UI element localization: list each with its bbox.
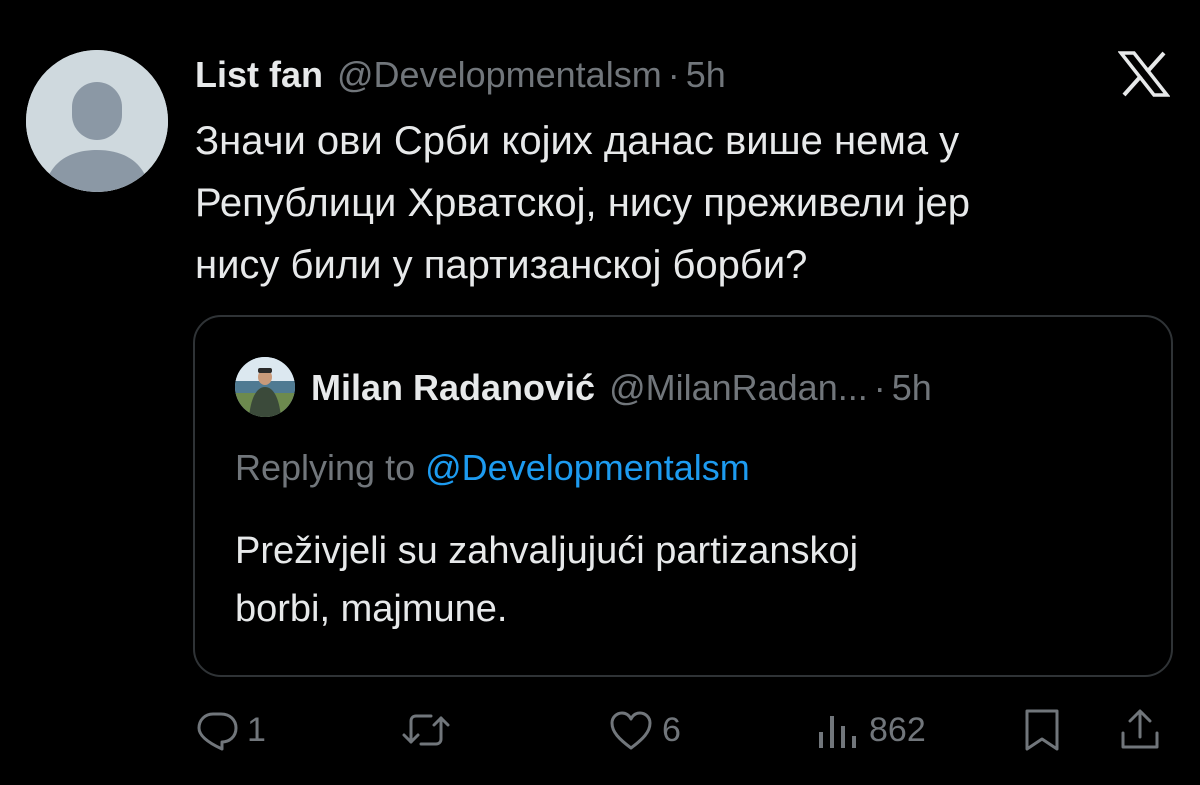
views-count: 862 (869, 710, 926, 749)
tweet-text-line: Значи ови Срби којих данас више нема у (195, 119, 960, 163)
bookmark-icon (1025, 709, 1059, 751)
share-button[interactable] (1118, 700, 1162, 760)
like-button[interactable]: 6 (608, 700, 681, 760)
separator-dot: · (873, 367, 886, 408)
quoted-user-avatar[interactable] (235, 357, 295, 417)
reply-icon (197, 712, 238, 751)
views-icon (819, 716, 856, 748)
replying-to-handle-link[interactable]: @Developmentalsm (425, 447, 750, 488)
tweet-text: Значи ови Срби којих данас више нема у Р… (195, 110, 1175, 296)
tweet[interactable]: List fan @Developmentalsm · 5h Значи ови… (0, 0, 1200, 785)
reply-button[interactable]: 1 (195, 700, 266, 760)
quoted-text-line: Preživjeli su zahvaljujući partizanskoj (235, 530, 859, 572)
tweet-text-line: Републици Хрватској, нису преживели јер (195, 181, 970, 225)
quoted-text-line: borbi, majmune. (235, 588, 508, 630)
replying-to: Replying to @Developmentalsm (235, 447, 750, 489)
tweet-header: List fan @Developmentalsm · 5h (195, 52, 726, 98)
user-avatar[interactable] (26, 50, 168, 192)
x-logo-icon (1117, 50, 1171, 98)
retweet-icon (402, 714, 450, 746)
views-button[interactable]: 862 (815, 700, 926, 760)
quoted-tweet-text: Preživjeli su zahvaljujući partizanskoj … (235, 522, 1135, 638)
quoted-tweet-header: Milan Radanović @MilanRadan... · 5h (311, 365, 932, 411)
quoted-tweet[interactable]: Milan Radanović @MilanRadan... · 5h Repl… (193, 315, 1173, 677)
user-handle[interactable]: @Developmentalsm (337, 54, 662, 96)
reply-count: 1 (247, 710, 266, 749)
replying-to-label: Replying to (235, 447, 416, 488)
tweet-text-line: нису били у партизанској борби? (195, 243, 808, 287)
share-icon (1121, 709, 1159, 749)
default-avatar-icon (26, 50, 168, 192)
quoted-display-name[interactable]: Milan Radanović (311, 367, 595, 409)
display-name[interactable]: List fan (195, 54, 323, 96)
retweet-button[interactable] (400, 700, 452, 760)
separator-dot: · (667, 54, 680, 95)
bookmark-button[interactable] (1022, 700, 1062, 760)
tweet-actions: 1 6 862 (0, 700, 1200, 760)
profile-photo-icon (235, 357, 295, 417)
like-count: 6 (662, 710, 681, 749)
quoted-timestamp[interactable]: 5h (892, 367, 932, 409)
quoted-user-handle[interactable]: @MilanRadan... (609, 367, 868, 409)
timestamp[interactable]: 5h (686, 54, 726, 96)
heart-icon (610, 711, 652, 750)
